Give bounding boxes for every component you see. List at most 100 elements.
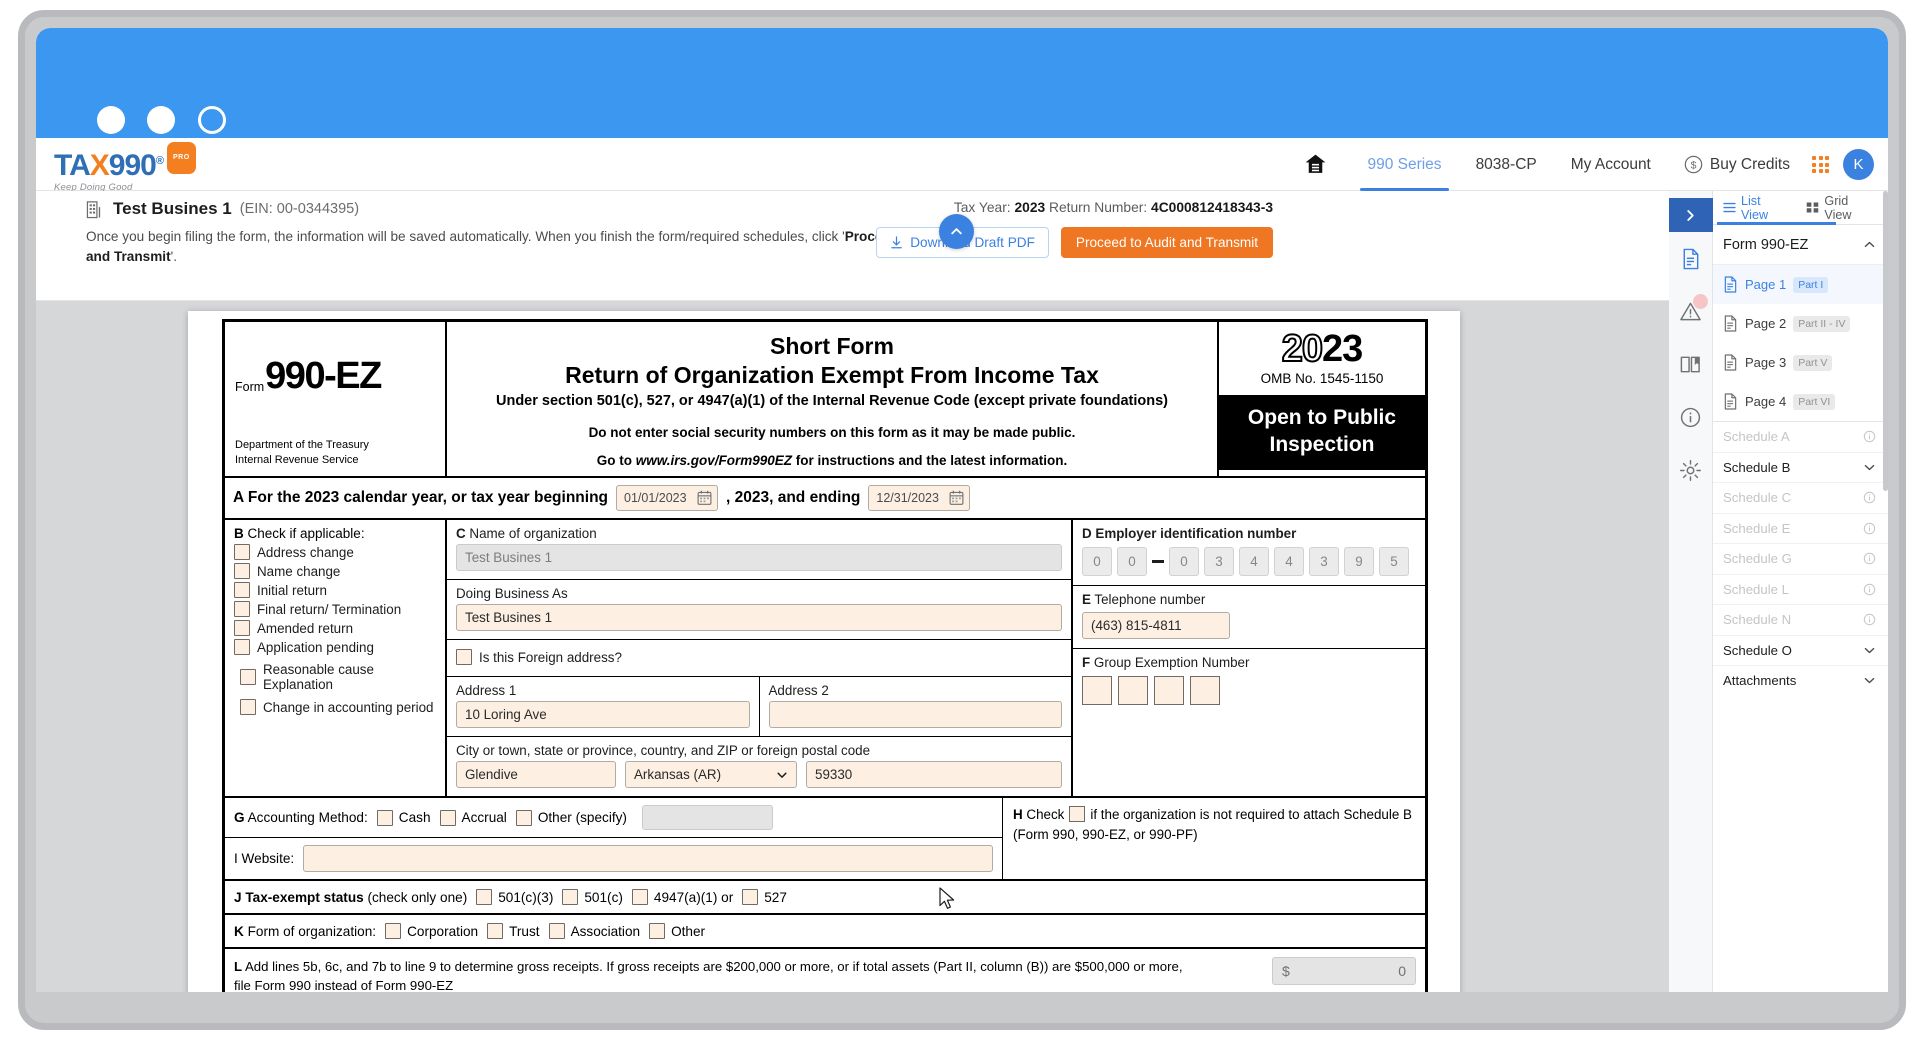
calendar-icon[interactable] [697, 490, 712, 506]
org-name-input[interactable]: Test Busines 1 [456, 544, 1062, 571]
checkbox-501c[interactable] [562, 889, 579, 905]
apps-grid-icon[interactable] [1812, 156, 1829, 173]
buy-credits-button[interactable]: $ Buy Credits [1668, 155, 1806, 174]
org-form-other[interactable]: Other [649, 923, 705, 939]
panel-page-2[interactable]: Page 2 Part II - IV [1713, 304, 1888, 343]
panel-schedule-l[interactable]: Schedule L [1713, 573, 1888, 605]
checkbox-501c3[interactable] [476, 889, 493, 905]
tab-grid-view[interactable]: Grid View [1806, 191, 1878, 225]
form-canvas[interactable]: Form 990-EZ Department of the Treasury I… [36, 301, 1669, 992]
book-icon[interactable] [1669, 338, 1713, 391]
panel-title-row[interactable]: Form 990-EZ [1713, 225, 1888, 265]
ein-digit-4[interactable]: 3 [1204, 547, 1234, 576]
checkbox-initial-return[interactable] [234, 582, 250, 598]
tax-year-end-input[interactable]: 12/31/2023 [868, 485, 971, 511]
tax-status-4947a1[interactable]: 4947(a)(1) or [631, 889, 733, 905]
checkbox-other-specify[interactable] [515, 809, 532, 826]
info-icon[interactable] [1863, 430, 1876, 443]
checkbox-address-change[interactable] [234, 544, 250, 560]
panel-schedule-b[interactable]: Schedule B [1713, 451, 1888, 483]
checkbox-row-change-accounting-period[interactable]: Change in accounting period [234, 699, 436, 715]
checkbox-foreign-address[interactable] [456, 649, 472, 665]
ein-digit-2[interactable]: 0 [1117, 547, 1147, 576]
org-form-trust[interactable]: Trust [487, 923, 540, 939]
checkbox-final-return[interactable] [234, 601, 250, 617]
tax-status-501c[interactable]: 501(c) [562, 889, 623, 905]
ein-digit-7[interactable]: 3 [1309, 547, 1339, 576]
checkbox-amended-return[interactable] [234, 620, 250, 636]
panel-scrollbar-thumb[interactable] [1883, 191, 1888, 491]
checkbox-schedule-b-not-required[interactable] [1069, 806, 1086, 822]
gex-box-3[interactable] [1154, 676, 1184, 705]
ein-digit-3[interactable]: 0 [1169, 547, 1199, 576]
checkbox-org-other[interactable] [649, 923, 666, 939]
gex-box-2[interactable] [1118, 676, 1148, 705]
ein-digit-1[interactable]: 0 [1082, 547, 1112, 576]
telephone-input[interactable]: (463) 815-4811 [1082, 612, 1230, 639]
website-input[interactable] [303, 845, 993, 872]
checkbox-application-pending[interactable] [234, 639, 250, 655]
info-icon[interactable] [1863, 522, 1876, 535]
gross-receipts-input[interactable]: $ 0 [1272, 957, 1416, 985]
panel-schedule-e[interactable]: Schedule E [1713, 512, 1888, 544]
tax-status-527[interactable]: 527 [742, 889, 787, 905]
chevron-down-icon[interactable] [1863, 461, 1876, 474]
checkbox-527[interactable] [742, 889, 759, 905]
info-icon[interactable] [1863, 552, 1876, 565]
city-input[interactable]: Glendive [456, 761, 616, 788]
checkbox-row-foreign-address[interactable]: Is this Foreign address? [456, 649, 1062, 665]
nav-item-my-account[interactable]: My Account [1554, 138, 1668, 191]
panel-page-3[interactable]: Page 3 Part V [1713, 343, 1888, 382]
checkbox-row-final-return[interactable]: Final return/ Termination [234, 601, 436, 617]
gex-box-1[interactable] [1082, 676, 1112, 705]
chevron-down-icon[interactable] [1863, 644, 1876, 657]
nav-item-8038-cp[interactable]: 8038-CP [1459, 138, 1554, 191]
checkbox-cash[interactable] [376, 809, 393, 826]
tax-status-501c3[interactable]: 501(c)(3) [476, 889, 553, 905]
document-icon[interactable] [1669, 232, 1713, 285]
panel-schedule-g[interactable]: Schedule G [1713, 543, 1888, 574]
accounting-option-other[interactable]: Other (specify) [515, 809, 627, 826]
ein-digit-9[interactable]: 5 [1379, 547, 1409, 576]
info-icon[interactable] [1863, 613, 1876, 626]
tab-list-view[interactable]: List View [1716, 191, 1838, 225]
home-icon[interactable] [1303, 152, 1328, 177]
panel-scrollbar[interactable] [1883, 191, 1888, 992]
panel-attachments[interactable]: Attachments [1713, 665, 1888, 696]
info-icon[interactable] [1669, 391, 1713, 444]
window-minimize-button[interactable] [147, 106, 175, 134]
tax990-logo[interactable]: TAX990® PRO Keep Doing Good [54, 142, 244, 193]
calendar-icon[interactable] [949, 490, 964, 506]
panel-schedule-o[interactable]: Schedule O [1713, 634, 1888, 666]
org-form-association[interactable]: Association [548, 923, 640, 939]
nav-item-990-series[interactable]: 990 Series [1350, 138, 1458, 191]
checkbox-accrual[interactable] [439, 809, 456, 826]
address1-input[interactable]: 10 Loring Ave [456, 701, 750, 728]
gex-box-4[interactable] [1190, 676, 1220, 705]
window-maximize-button[interactable] [198, 106, 226, 134]
panel-schedule-c[interactable]: Schedule C [1713, 482, 1888, 513]
accounting-option-accrual[interactable]: Accrual [439, 809, 507, 826]
checkbox-trust[interactable] [487, 923, 504, 939]
accounting-other-input[interactable] [641, 805, 773, 830]
info-icon[interactable] [1863, 491, 1876, 504]
checkbox-corporation[interactable] [385, 923, 402, 939]
gear-icon[interactable] [1669, 444, 1713, 497]
dba-input[interactable]: Test Busines 1 [456, 604, 1062, 631]
panel-page-4[interactable]: Page 4 Part VI [1713, 382, 1888, 421]
checkbox-row-initial-return[interactable]: Initial return [234, 582, 436, 598]
tax-year-begin-input[interactable]: 01/01/2023 [616, 485, 719, 511]
window-close-button[interactable] [97, 106, 125, 134]
ein-digit-6[interactable]: 4 [1274, 547, 1304, 576]
checkbox-row-reasonable-cause[interactable]: Reasonable cause Explanation [234, 662, 436, 692]
panel-schedule-n[interactable]: Schedule N [1713, 604, 1888, 635]
panel-schedule-a[interactable]: Schedule A [1713, 421, 1888, 452]
ein-digit-8[interactable]: 9 [1344, 547, 1374, 576]
checkbox-change-accounting-period[interactable] [240, 699, 256, 715]
expand-panel-button[interactable] [1668, 198, 1713, 232]
ein-digit-5[interactable]: 4 [1239, 547, 1269, 576]
chevron-down-icon[interactable] [1863, 674, 1876, 687]
checkbox-row-amended-return[interactable]: Amended return [234, 620, 436, 636]
info-icon[interactable] [1863, 583, 1876, 596]
org-form-corporation[interactable]: Corporation [385, 923, 478, 939]
